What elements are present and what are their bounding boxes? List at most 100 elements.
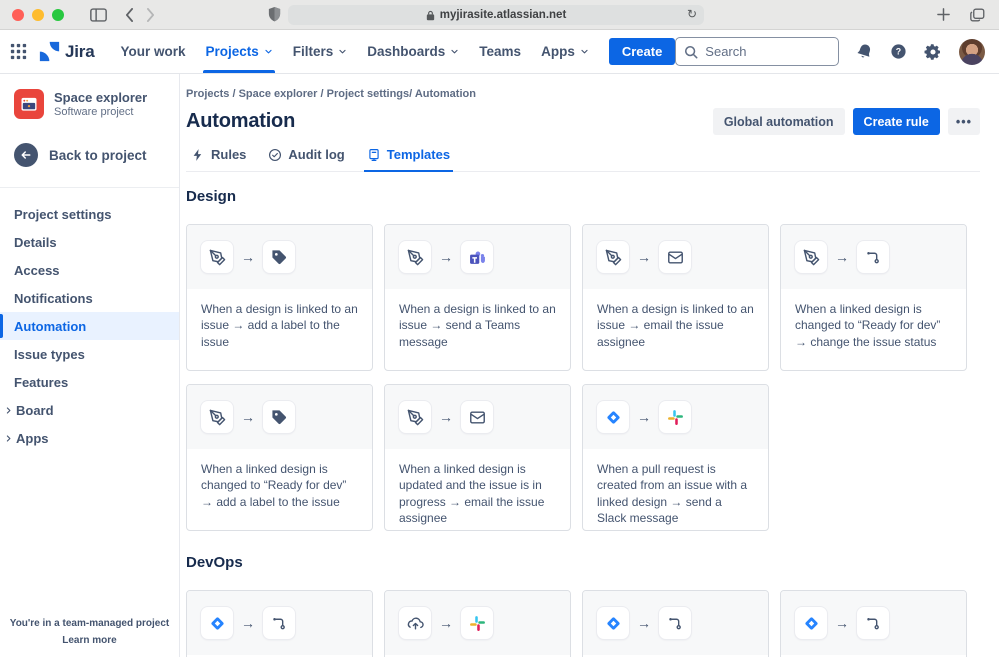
template-card[interactable]: →When a linked design is changed to “Rea…: [780, 224, 967, 371]
jira-icon: [597, 401, 629, 433]
tag-icon: [263, 401, 295, 433]
project-avatar-icon: [14, 89, 44, 119]
jira-logo[interactable]: Jira: [39, 41, 94, 62]
template-card-text: [583, 655, 768, 657]
reload-icon[interactable]: ↻: [687, 7, 697, 21]
nav-item-your-work[interactable]: Your work: [110, 30, 195, 73]
tab-overview-icon[interactable]: [970, 8, 985, 22]
template-card[interactable]: →When a linked design is changed to “Rea…: [186, 384, 373, 531]
template-card[interactable]: →When a design is linked to an issue → e…: [582, 224, 769, 371]
template-card-header: →: [583, 591, 768, 655]
slack-icon: [659, 401, 691, 433]
notifications-icon[interactable]: [856, 43, 873, 60]
breadcrumb[interactable]: Projects / Space explorer / Project sett…: [186, 88, 980, 100]
svg-text:?: ?: [896, 47, 901, 57]
email-icon: [659, 241, 691, 273]
browser-forward-icon[interactable]: [146, 8, 155, 22]
nav-item-projects[interactable]: Projects: [195, 30, 282, 73]
template-card-header: →: [583, 225, 768, 289]
user-avatar[interactable]: [959, 39, 985, 65]
create-button[interactable]: Create: [609, 38, 675, 65]
template-card[interactable]: →When a design is linked to an issue → a…: [186, 224, 373, 371]
browser-back-icon[interactable]: [125, 8, 134, 22]
sidebar-item-notifications[interactable]: Notifications: [0, 284, 179, 312]
tag-icon: [263, 241, 295, 273]
status-icon: [263, 607, 295, 639]
app-switcher-icon[interactable]: [10, 43, 27, 60]
sidebar-items: Project settings DetailsAccessNotificatio…: [0, 200, 179, 452]
deploy-icon: [399, 607, 431, 639]
arrow-right-icon: →: [439, 249, 453, 265]
sidebar-item-project-settings[interactable]: Project settings: [0, 200, 179, 228]
template-card-text: [187, 655, 372, 657]
sidebar-item-details[interactable]: Details: [0, 228, 179, 256]
design-icon: [795, 241, 827, 273]
minimize-window-button[interactable]: [32, 9, 44, 21]
create-rule-button[interactable]: Create rule: [853, 108, 940, 135]
status-icon: [659, 607, 691, 639]
search-icon: [684, 45, 698, 59]
template-card[interactable]: →When a linked design is updated and the…: [384, 384, 571, 531]
arrow-right-icon: →: [637, 615, 651, 631]
close-window-button[interactable]: [12, 9, 24, 21]
arrow-right-icon: →: [439, 409, 453, 425]
help-icon[interactable]: ?: [890, 43, 907, 60]
sidebar-item-apps[interactable]: Apps: [0, 424, 179, 452]
nav-item-filters[interactable]: Filters: [283, 30, 358, 73]
templates-icon: [367, 148, 381, 162]
chevron-right-icon: [4, 406, 13, 415]
template-card[interactable]: →: [186, 590, 373, 657]
nav-item-dashboards[interactable]: Dashboards: [357, 30, 469, 73]
project-sidebar: Space explorer Software project Back to …: [0, 74, 180, 657]
browser-sidebar-icon[interactable]: [90, 8, 107, 22]
tab-label: Templates: [387, 147, 450, 162]
zoom-window-button[interactable]: [52, 9, 64, 21]
template-card[interactable]: →: [780, 590, 967, 657]
jira-icon: [597, 607, 629, 639]
nav-item-teams[interactable]: Teams: [469, 30, 531, 73]
automation-tabs: Rules Audit log Templates: [186, 145, 980, 172]
sidebar-item-label: Project settings: [14, 207, 112, 222]
sidebar-item-features[interactable]: Features: [0, 368, 179, 396]
sidebar-item-issue-types[interactable]: Issue types: [0, 340, 179, 368]
nav-item-label: Apps: [541, 44, 575, 59]
template-card[interactable]: →When a pull request is created from an …: [582, 384, 769, 531]
template-card[interactable]: → When a design is linked to an issue → s…: [384, 224, 571, 371]
search-placeholder: Search: [705, 44, 746, 59]
nav-item-label: Your work: [120, 44, 185, 59]
tab-audit-log[interactable]: Audit log: [263, 145, 349, 171]
tab-rules[interactable]: Rules: [186, 145, 251, 171]
settings-gear-icon[interactable]: [924, 43, 942, 61]
new-tab-icon[interactable]: [937, 8, 950, 21]
back-to-project-label: Back to project: [49, 148, 147, 163]
sidebar-item-board[interactable]: Board: [0, 396, 179, 424]
privacy-shield-icon[interactable]: [268, 7, 281, 22]
nav-item-apps[interactable]: Apps: [531, 30, 599, 73]
sidebar-item-automation[interactable]: Automation: [0, 312, 179, 340]
search-input[interactable]: Search: [675, 37, 839, 66]
learn-more-link[interactable]: Learn more: [0, 632, 179, 649]
app-navigation: Jira Your work ProjectsFiltersDashboardsT…: [0, 30, 999, 74]
address-bar[interactable]: myjirasite.atlassian.net ↻: [288, 5, 704, 25]
sidebar-item-access[interactable]: Access: [0, 256, 179, 284]
url-text: myjirasite.atlassian.net: [440, 9, 567, 21]
template-card-text: When a design is linked to an issue → se…: [385, 289, 570, 362]
project-header[interactable]: Space explorer Software project: [0, 89, 179, 119]
template-card-text: When a linked design is changed to “Read…: [781, 289, 966, 362]
chevron-right-icon: [4, 434, 13, 443]
more-actions-button[interactable]: •••: [948, 108, 980, 135]
chevron-down-icon: [264, 47, 273, 56]
template-card-header: →: [583, 385, 768, 449]
template-card[interactable]: →: [384, 590, 571, 657]
template-card[interactable]: →: [582, 590, 769, 657]
template-card-header: →: [781, 591, 966, 655]
arrow-right-icon: →: [241, 409, 255, 425]
arrow-right-icon: →: [637, 249, 651, 265]
window-controls: [12, 9, 64, 21]
email-icon: [461, 401, 493, 433]
template-card-text: When a pull request is created from an i…: [583, 449, 768, 531]
tab-templates[interactable]: Templates: [362, 145, 455, 171]
back-to-project-link[interactable]: Back to project: [0, 143, 179, 167]
page-title: Automation: [186, 110, 295, 133]
global-automation-button[interactable]: Global automation: [713, 108, 845, 135]
